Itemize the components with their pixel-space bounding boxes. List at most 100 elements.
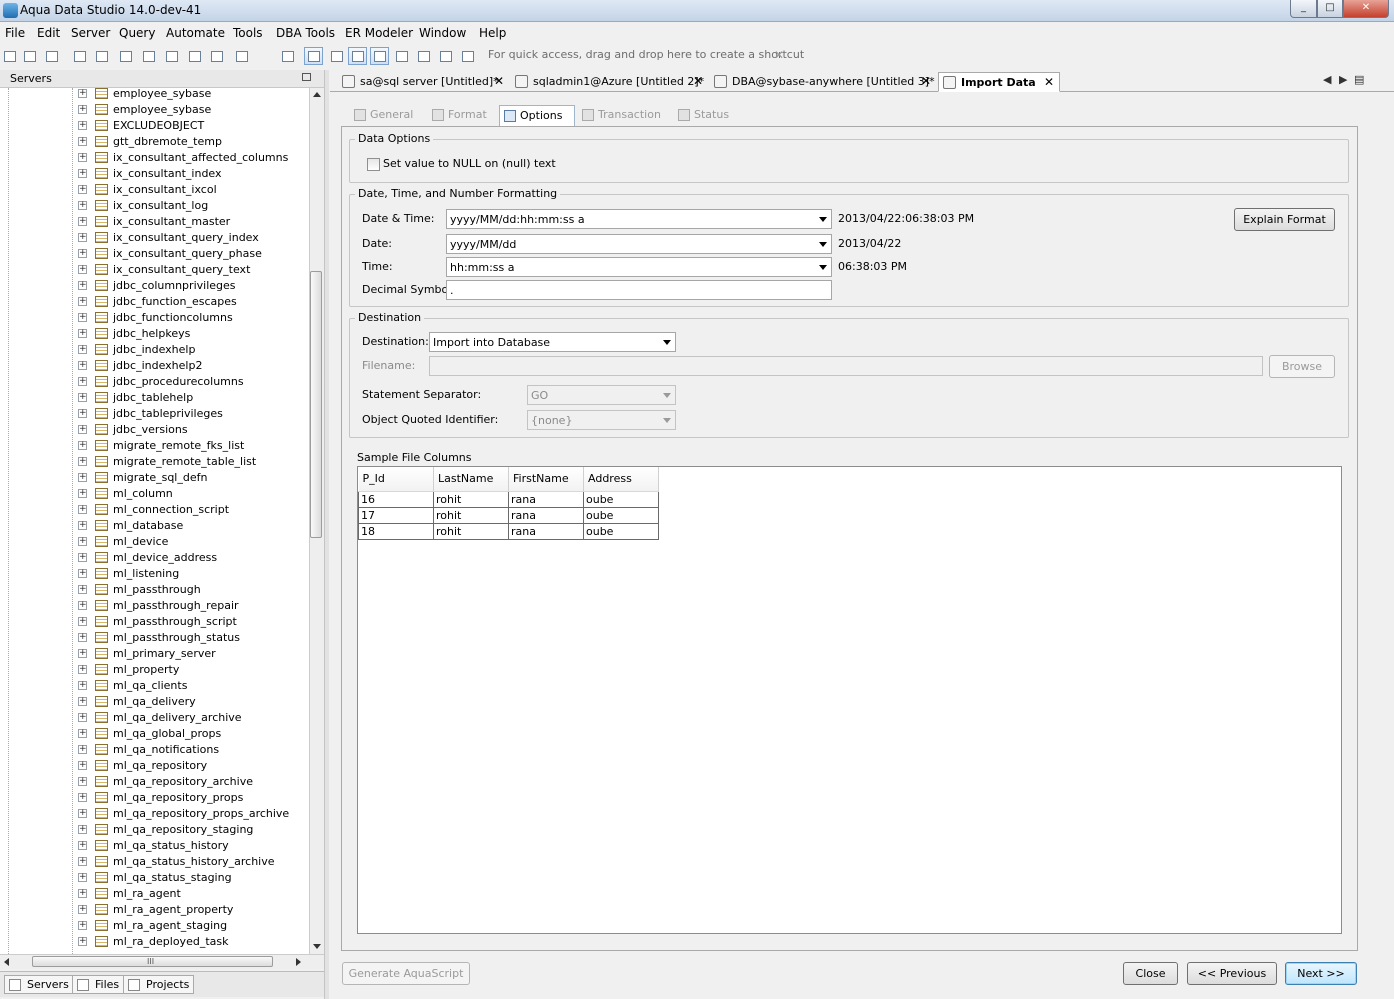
expand-icon[interactable]: + bbox=[78, 169, 87, 178]
datetime-format-combo[interactable]: yyyy/MM/dd:hh:mm:ss a bbox=[446, 209, 832, 229]
expand-icon[interactable]: + bbox=[78, 889, 87, 898]
expand-icon[interactable]: + bbox=[78, 473, 87, 482]
tree-item[interactable]: + ml_qa_repository_archive bbox=[0, 774, 309, 790]
tree-item[interactable]: + ml_primary_server bbox=[0, 646, 309, 662]
expand-icon[interactable]: + bbox=[78, 393, 87, 402]
menu-file[interactable]: File bbox=[5, 26, 25, 40]
sample-columns-grid[interactable]: P_Id LastName FirstName Address 16 rohit r… bbox=[357, 466, 1342, 934]
column-header[interactable]: FirstName bbox=[508, 467, 584, 492]
tree-item[interactable]: + EXCLUDEOBJECT bbox=[0, 118, 309, 134]
next-button[interactable]: Next >> bbox=[1285, 962, 1357, 985]
tree-item[interactable]: + jdbc_tableprivileges bbox=[0, 406, 309, 422]
null-text-checkbox[interactable] bbox=[367, 158, 380, 171]
expand-icon[interactable]: + bbox=[78, 553, 87, 562]
tab-import-data[interactable]: Import Data ✕ bbox=[938, 72, 1060, 92]
tab-list-icon[interactable]: ▤ bbox=[1354, 73, 1364, 86]
expand-icon[interactable]: + bbox=[78, 425, 87, 434]
expand-icon[interactable]: + bbox=[78, 153, 87, 162]
expand-icon[interactable]: + bbox=[78, 793, 87, 802]
tree-item[interactable]: + employee_sybase bbox=[0, 102, 309, 118]
vertical-scroll-thumb[interactable] bbox=[310, 271, 322, 538]
tree-item[interactable]: + ml_column bbox=[0, 486, 309, 502]
expand-icon[interactable]: + bbox=[78, 873, 87, 882]
tree-item[interactable]: + ml_qa_repository_staging bbox=[0, 822, 309, 838]
table-row[interactable]: 17 rohit rana oube bbox=[358, 506, 659, 524]
tree-item[interactable]: + ml_connection_script bbox=[0, 502, 309, 518]
table-cell[interactable]: rana bbox=[508, 522, 584, 540]
tree-item[interactable]: + ix_consultant_index bbox=[0, 166, 309, 182]
menu-window[interactable]: Window bbox=[419, 26, 466, 40]
tree-item[interactable]: + jdbc_procedurecolumns bbox=[0, 374, 309, 390]
date-format-combo[interactable]: yyyy/MM/dd bbox=[446, 234, 832, 254]
table-cell[interactable]: rohit bbox=[433, 522, 509, 540]
expand-icon[interactable]: + bbox=[78, 665, 87, 674]
tree-item[interactable]: + jdbc_function_escapes bbox=[0, 294, 309, 310]
expand-icon[interactable]: + bbox=[78, 281, 87, 290]
tree-item[interactable]: + ml_ra_deployed_task bbox=[0, 934, 309, 950]
expand-icon[interactable]: + bbox=[78, 505, 87, 514]
expand-icon[interactable]: + bbox=[78, 617, 87, 626]
expand-icon[interactable]: + bbox=[78, 249, 87, 258]
er-diagram-icon[interactable] bbox=[392, 47, 411, 65]
script-icon[interactable] bbox=[232, 47, 251, 65]
tree-item[interactable]: + jdbc_indexhelp bbox=[0, 342, 309, 358]
compare-icon[interactable] bbox=[278, 47, 297, 65]
expand-icon[interactable]: + bbox=[78, 633, 87, 642]
tab-close-icon[interactable]: ✕ bbox=[1044, 75, 1054, 89]
expand-icon[interactable]: + bbox=[78, 345, 87, 354]
tree-item[interactable]: + jdbc_tablehelp bbox=[0, 390, 309, 406]
server-tree[interactable]: + employee_sybase + employee_sybase + EXCLUDE… bbox=[0, 88, 309, 954]
menu-er-modeler[interactable]: ER Modeler bbox=[345, 26, 413, 40]
tree-item[interactable]: + ml_device_address bbox=[0, 550, 309, 566]
horizontal-scroll-thumb[interactable]: III bbox=[32, 956, 273, 967]
table-cell[interactable]: 16 bbox=[358, 490, 434, 508]
scroll-right-arrow-icon[interactable] bbox=[296, 958, 301, 966]
expand-icon[interactable]: + bbox=[78, 409, 87, 418]
menu-server[interactable]: Server bbox=[71, 26, 110, 40]
table-edit-icon[interactable] bbox=[162, 47, 181, 65]
expand-icon[interactable]: + bbox=[78, 233, 87, 242]
tab-close-icon[interactable]: ✕ bbox=[921, 74, 931, 88]
minimize-button[interactable]: _ bbox=[1290, 0, 1317, 18]
subtab-options[interactable]: Options bbox=[499, 105, 575, 126]
query-window-icon[interactable] bbox=[70, 47, 89, 65]
expand-icon[interactable]: + bbox=[78, 841, 87, 850]
scroll-left-arrow-icon[interactable] bbox=[4, 958, 9, 966]
tree-item[interactable]: + ml_property bbox=[0, 662, 309, 678]
table-cell[interactable]: rana bbox=[508, 490, 584, 508]
expand-icon[interactable]: + bbox=[78, 937, 87, 946]
expand-icon[interactable]: + bbox=[78, 585, 87, 594]
grid-view-icon[interactable] bbox=[304, 47, 323, 65]
tree-item[interactable]: + ml_passthrough_status bbox=[0, 630, 309, 646]
decimal-symbol-field[interactable]: . bbox=[446, 280, 832, 300]
previous-button[interactable]: << Previous bbox=[1187, 962, 1277, 985]
expand-icon[interactable]: + bbox=[78, 265, 87, 274]
expand-icon[interactable]: + bbox=[78, 297, 87, 306]
table-cell[interactable]: rohit bbox=[433, 490, 509, 508]
expand-icon[interactable]: + bbox=[78, 825, 87, 834]
chart-icon[interactable] bbox=[458, 47, 477, 65]
remove-server-icon[interactable] bbox=[20, 47, 39, 65]
tree-item[interactable]: + ix_consultant_query_text bbox=[0, 262, 309, 278]
tab-close-icon[interactable]: ✕ bbox=[494, 74, 504, 88]
tab-files[interactable]: Files bbox=[72, 975, 125, 994]
tree-item[interactable]: + ix_consultant_log bbox=[0, 198, 309, 214]
tree-item[interactable]: + ml_qa_status_history_archive bbox=[0, 854, 309, 870]
expand-icon[interactable]: + bbox=[78, 761, 87, 770]
menu-dba-tools[interactable]: DBA Tools bbox=[276, 26, 335, 40]
tree-item[interactable]: + ml_qa_repository_props bbox=[0, 790, 309, 806]
expand-icon[interactable]: + bbox=[78, 137, 87, 146]
time-format-combo[interactable]: hh:mm:ss a bbox=[446, 257, 832, 277]
import-icon[interactable] bbox=[348, 47, 367, 65]
edit-icon[interactable] bbox=[92, 47, 111, 65]
tree-item[interactable]: + ml_ra_agent bbox=[0, 886, 309, 902]
tree-item[interactable]: + ix_consultant_affected_columns bbox=[0, 150, 309, 166]
tree-item[interactable]: + ml_qa_delivery bbox=[0, 694, 309, 710]
tab-servers[interactable]: Servers bbox=[4, 975, 74, 994]
tree-item[interactable]: + ml_qa_status_staging bbox=[0, 870, 309, 886]
table-row[interactable]: 18 rohit rana oube bbox=[358, 522, 659, 540]
expand-icon[interactable]: + bbox=[78, 89, 87, 98]
column-header[interactable]: LastName bbox=[433, 467, 509, 492]
expand-icon[interactable]: + bbox=[78, 457, 87, 466]
menu-query[interactable]: Query bbox=[119, 26, 155, 40]
